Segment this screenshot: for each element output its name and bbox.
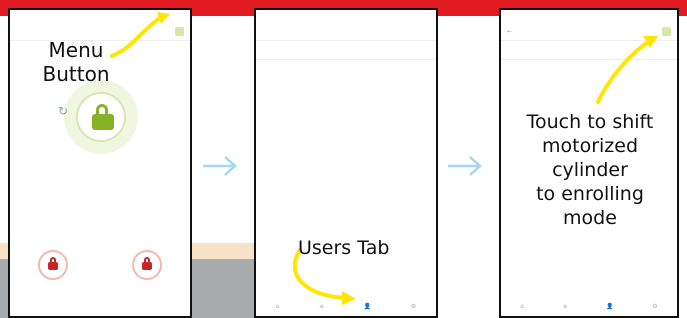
- annotation-users-tab: Users Tab: [298, 237, 390, 259]
- annotation-menu-button: Menu Button: [42, 38, 110, 86]
- annotation-touch-enroll: Touch to shift motorized cylinder to enr…: [526, 111, 654, 229]
